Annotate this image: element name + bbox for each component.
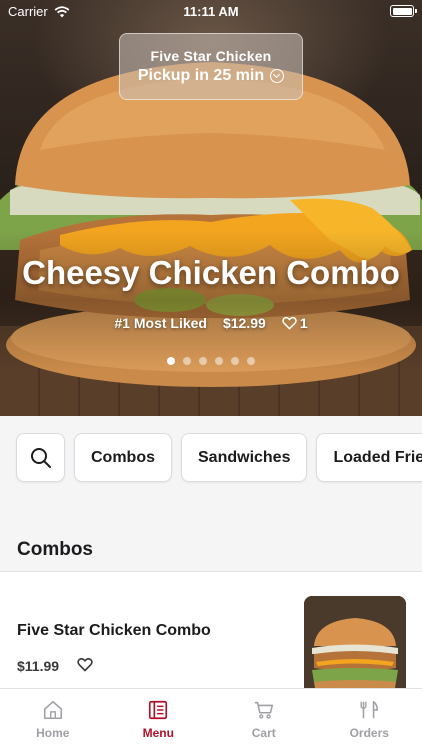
tab-bar: Home Menu Cart Orders: [0, 688, 422, 750]
pickup-selector[interactable]: Five Star Chicken Pickup in 25 min: [119, 33, 303, 100]
carousel-dot[interactable]: [199, 357, 207, 365]
hero-banner[interactable]: Carrier 11:11 AM Five Star Chicken Picku…: [0, 0, 422, 416]
tab-home-label: Home: [36, 726, 70, 740]
hero-title: Cheesy Chicken Combo: [22, 254, 400, 291]
hero-meta: #1 Most Liked $12.99 1: [0, 315, 422, 331]
carousel-dot[interactable]: [183, 357, 191, 365]
home-icon: [43, 700, 62, 720]
pickup-eta-label: Pickup in 25 min: [137, 67, 265, 84]
cart-icon: [254, 701, 273, 719]
category-chips: Combos Sandwiches Loaded Fries: [0, 416, 422, 502]
menu-icon: [149, 700, 168, 720]
category-chip-loaded-fries[interactable]: Loaded Fries: [316, 433, 422, 482]
category-chip-combos[interactable]: Combos: [74, 433, 172, 482]
tab-cart[interactable]: Cart: [211, 689, 317, 750]
pickup-eta: Pickup in 25 min: [120, 67, 302, 85]
menu-item-image: [304, 596, 406, 696]
battery-icon: [390, 5, 417, 17]
orders-icon: [360, 700, 379, 719]
section-title: Combos: [17, 539, 93, 560]
heart-icon[interactable]: [77, 657, 93, 672]
menu-item-price: $11.99: [17, 658, 60, 674]
carousel-dots[interactable]: [0, 357, 422, 365]
search-icon: [30, 447, 51, 468]
carousel-dot[interactable]: [247, 357, 255, 365]
search-button[interactable]: [16, 433, 65, 482]
clock: 11:11 AM: [183, 4, 239, 19]
tab-home[interactable]: Home: [0, 689, 106, 750]
menu-item-name: Five Star Chicken Combo: [17, 622, 211, 639]
chevron-down-circle-icon: [270, 69, 285, 83]
tab-orders[interactable]: Orders: [317, 689, 422, 750]
hero-likes[interactable]: 1: [282, 315, 308, 331]
hero-badge: #1 Most Liked: [114, 315, 207, 331]
status-bar: Carrier 11:11 AM: [0, 0, 422, 24]
hero-shade: [0, 230, 422, 370]
carousel-dot[interactable]: [215, 357, 223, 365]
category-chip-sandwiches[interactable]: Sandwiches: [181, 433, 308, 482]
heart-icon: [282, 316, 297, 330]
tab-menu[interactable]: Menu: [106, 689, 212, 750]
carousel-dot[interactable]: [167, 357, 175, 365]
tab-menu-label: Menu: [142, 726, 174, 740]
carousel-dot[interactable]: [231, 357, 239, 365]
tab-cart-label: Cart: [251, 726, 276, 740]
hero-price: $12.99: [222, 315, 266, 331]
store-name: Five Star Chicken: [150, 48, 272, 64]
section-header: Combos: [0, 502, 422, 570]
tab-orders-label: Orders: [349, 726, 389, 740]
hero-likes-count: 1: [299, 315, 308, 331]
menu-item-card[interactable]: Five Star Chicken Combo $11.99: [0, 571, 422, 696]
